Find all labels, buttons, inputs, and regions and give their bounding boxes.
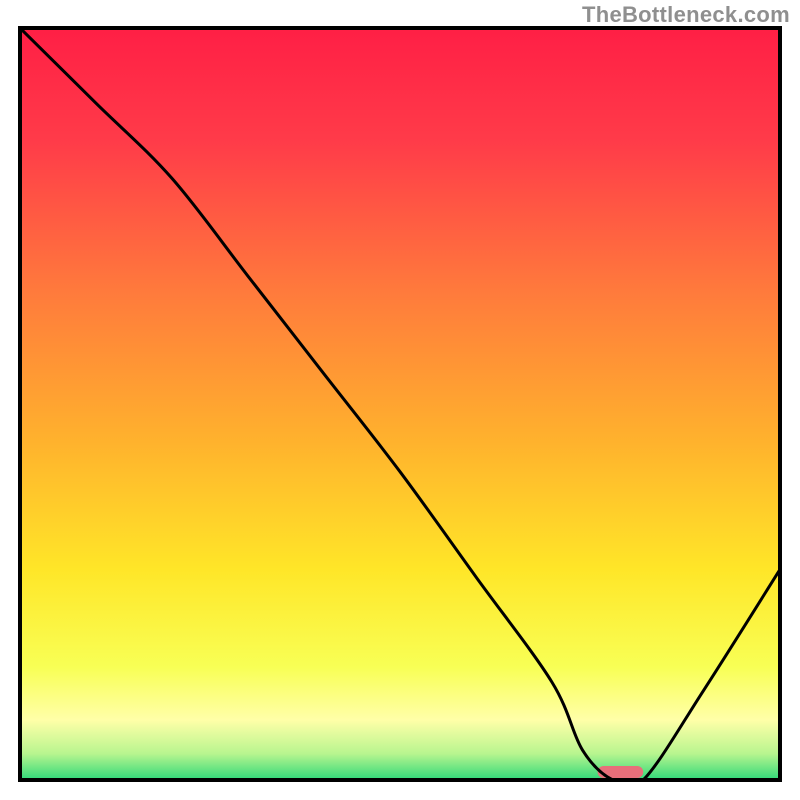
bottleneck-chart — [0, 0, 800, 800]
